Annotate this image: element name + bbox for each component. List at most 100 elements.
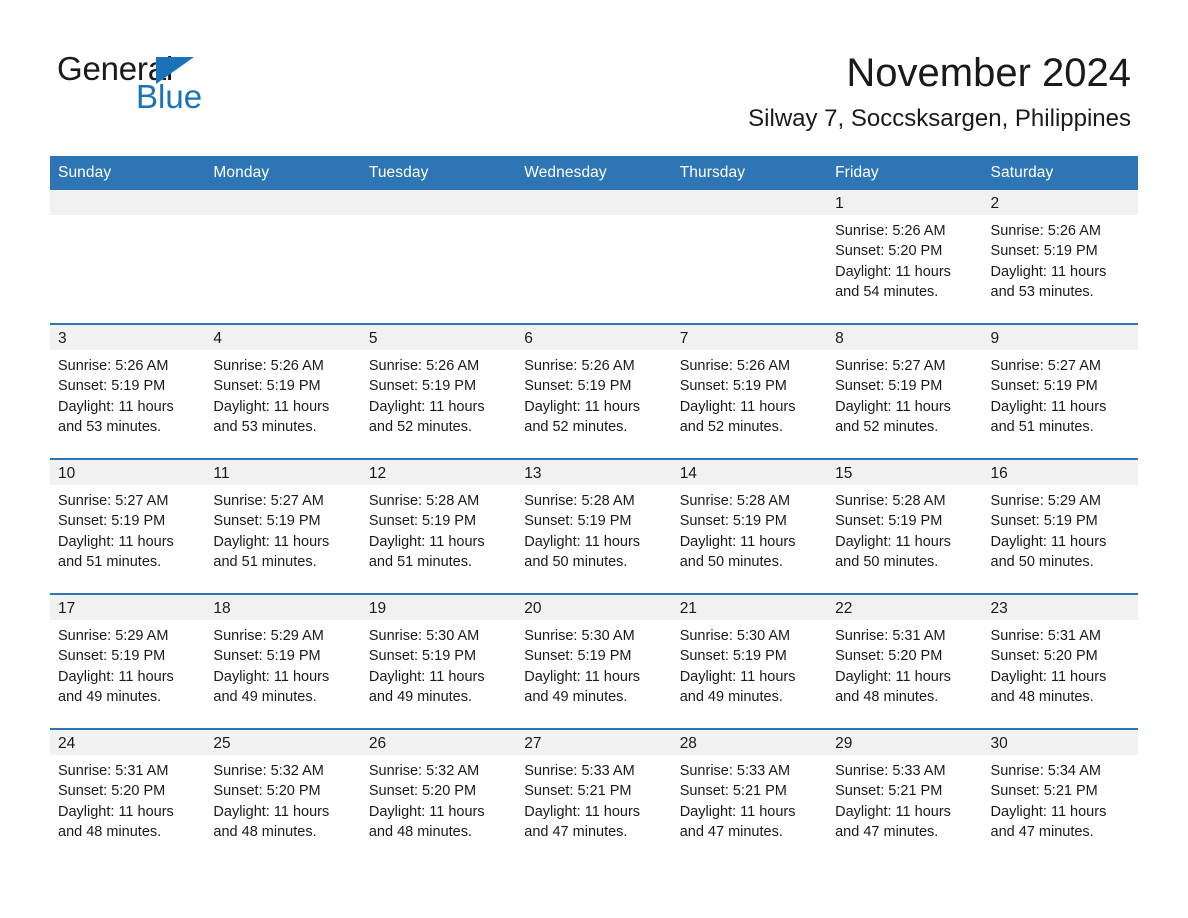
daylight-text: Daylight: 11 hours	[990, 803, 1107, 820]
sunrise-text: Sunrise: 5:31 AM	[835, 628, 946, 644]
calendar-day-cell[interactable]: 11 Sunrise: 5:27 AM Sunset: 5:19 PM Dayligh…	[205, 458, 361, 594]
calendar-day-cell[interactable]: 2 Sunrise: 5:26 AM Sunset: 5:19 PM Daylight…	[982, 190, 1138, 324]
day-number: 27	[516, 730, 672, 755]
day-number: 2	[982, 190, 1138, 215]
daylight-text: and 51 minutes.	[368, 553, 473, 570]
calendar-day-cell[interactable]: 4 Sunrise: 5:26 AM Sunset: 5:19 PM Daylight…	[205, 323, 361, 459]
calendar-cell-empty	[516, 190, 672, 324]
day-details: Sunrise: 5:30 AM Sunset: 5:19 PM Daylight:…	[516, 620, 671, 707]
calendar-day-cell[interactable]: 19 Sunrise: 5:30 AM Sunset: 5:19 PM Dayligh…	[360, 593, 517, 729]
sunset-text: Sunset: 5:19 PM	[679, 513, 787, 530]
calendar-day-cell[interactable]: 21 Sunrise: 5:30 AM Sunset: 5:19 PM Dayligh…	[671, 593, 828, 729]
calendar-page: General Blue November 2024 Silway 7, Soc…	[0, 0, 1188, 918]
calendar-day-cell[interactable]: 10 Sunrise: 5:27 AM Sunset: 5:19 PM Dayligh…	[50, 458, 206, 594]
sunset-text: Sunset: 5:21 PM	[835, 783, 943, 800]
daylight-text: and 50 minutes.	[524, 553, 628, 570]
daylight-text: and 47 minutes.	[835, 823, 939, 840]
weekday-header-tuesday: Tuesday	[360, 156, 517, 190]
sunset-text: Sunset: 5:20 PM	[990, 648, 1098, 665]
sunrise-text: Sunrise: 5:30 AM	[679, 628, 791, 644]
calendar-day-cell[interactable]: 5 Sunrise: 5:26 AM Sunset: 5:19 PM Daylight…	[360, 323, 517, 459]
daylight-text: Daylight: 11 hours	[990, 668, 1107, 685]
sunset-text: Sunset: 5:19 PM	[213, 378, 321, 395]
sunset-text: Sunset: 5:21 PM	[524, 783, 632, 800]
sunset-text: Sunset: 5:20 PM	[368, 783, 477, 800]
calendar-day-cell[interactable]: 23 Sunrise: 5:31 AM Sunset: 5:20 PM Dayligh…	[982, 593, 1138, 729]
day-number: 25	[205, 730, 361, 755]
day-number: 4	[205, 325, 361, 350]
daylight-text: Daylight: 11 hours	[213, 398, 330, 415]
calendar-day-cell[interactable]: 17 Sunrise: 5:29 AM Sunset: 5:19 PM Dayligh…	[50, 593, 206, 729]
calendar-day-cell[interactable]: 12 Sunrise: 5:28 AM Sunset: 5:19 PM Dayligh…	[360, 458, 517, 594]
daylight-text: and 49 minutes.	[213, 688, 317, 705]
calendar-day-cell[interactable]: 30 Sunrise: 5:34 AM Sunset: 5:21 PM Dayligh…	[982, 728, 1138, 863]
calendar-day-cell[interactable]: 8 Sunrise: 5:27 AM Sunset: 5:19 PM Daylight…	[827, 323, 983, 459]
page-header: General Blue November 2024 Silway 7, Soc…	[0, 0, 1188, 132]
sunrise-text: Sunrise: 5:26 AM	[213, 358, 324, 374]
day-number: 26	[360, 730, 517, 755]
sunrise-text: Sunrise: 5:27 AM	[58, 493, 169, 509]
calendar-week-row: 17 Sunrise: 5:29 AM Sunset: 5:19 PM Dayligh…	[50, 593, 1138, 729]
day-number	[50, 190, 206, 215]
calendar-grid: Sunday Monday Tuesday Wednesday Thursday Frid…	[50, 156, 1138, 863]
calendar-day-cell[interactable]: 20 Sunrise: 5:30 AM Sunset: 5:19 PM Dayligh…	[516, 593, 672, 729]
day-details	[516, 215, 671, 221]
day-number: 5	[360, 325, 517, 350]
sunset-text: Sunset: 5:19 PM	[524, 648, 632, 665]
calendar-day-cell[interactable]: 14 Sunrise: 5:28 AM Sunset: 5:19 PM Dayligh…	[671, 458, 828, 594]
sunrise-text: Sunrise: 5:26 AM	[679, 358, 791, 374]
daylight-text: and 49 minutes.	[58, 688, 162, 705]
sunset-text: Sunset: 5:19 PM	[835, 378, 943, 395]
day-details: Sunrise: 5:30 AM Sunset: 5:19 PM Daylight:…	[361, 620, 516, 707]
day-number: 24	[50, 730, 206, 755]
day-number: 9	[982, 325, 1138, 350]
calendar-day-cell[interactable]: 29 Sunrise: 5:33 AM Sunset: 5:21 PM Dayligh…	[827, 728, 983, 863]
calendar-day-cell[interactable]: 1 Sunrise: 5:26 AM Sunset: 5:20 PM Daylight…	[827, 190, 983, 324]
sunrise-text: Sunrise: 5:26 AM	[835, 223, 946, 239]
sunset-text: Sunset: 5:19 PM	[990, 378, 1098, 395]
calendar-day-cell[interactable]: 24 Sunrise: 5:31 AM Sunset: 5:20 PM Dayligh…	[50, 728, 206, 863]
daylight-text: and 51 minutes.	[990, 418, 1094, 435]
daylight-text: and 50 minutes.	[679, 553, 783, 570]
day-details: Sunrise: 5:26 AM Sunset: 5:19 PM Daylight:…	[50, 350, 205, 437]
calendar-day-cell[interactable]: 16 Sunrise: 5:29 AM Sunset: 5:19 PM Dayligh…	[982, 458, 1138, 594]
general-blue-logo[interactable]: General Blue	[57, 52, 357, 122]
day-number: 16	[982, 460, 1138, 485]
calendar-day-cell[interactable]: 18 Sunrise: 5:29 AM Sunset: 5:19 PM Dayligh…	[205, 593, 361, 729]
weekday-header-thursday: Thursday	[671, 156, 828, 190]
calendar-day-cell[interactable]: 25 Sunrise: 5:32 AM Sunset: 5:20 PM Dayligh…	[205, 728, 361, 863]
calendar-week-row: 3 Sunrise: 5:26 AM Sunset: 5:19 PM Daylight…	[50, 323, 1138, 459]
day-number: 28	[671, 730, 828, 755]
daylight-text: Daylight: 11 hours	[835, 263, 951, 280]
daylight-text: Daylight: 11 hours	[524, 668, 641, 685]
calendar-cell-empty	[205, 190, 361, 324]
title-block: November 2024 Silway 7, Soccsksargen, Ph…	[431, 50, 1131, 133]
calendar-day-cell[interactable]: 27 Sunrise: 5:33 AM Sunset: 5:21 PM Dayligh…	[516, 728, 672, 863]
day-number: 13	[516, 460, 672, 485]
day-number: 21	[671, 595, 828, 620]
calendar-day-cell[interactable]: 28 Sunrise: 5:33 AM Sunset: 5:21 PM Dayligh…	[671, 728, 828, 863]
day-details: Sunrise: 5:30 AM Sunset: 5:19 PM Daylight:…	[672, 620, 827, 707]
daylight-text: Daylight: 11 hours	[835, 668, 951, 685]
calendar-week-row: 1 Sunrise: 5:26 AM Sunset: 5:20 PM Daylight…	[50, 190, 1138, 324]
calendar-week-row: 10 Sunrise: 5:27 AM Sunset: 5:19 PM Dayligh…	[50, 458, 1138, 594]
calendar-day-cell[interactable]: 22 Sunrise: 5:31 AM Sunset: 5:20 PM Dayligh…	[827, 593, 983, 729]
sunrise-text: Sunrise: 5:31 AM	[990, 628, 1101, 644]
calendar-day-cell[interactable]: 15 Sunrise: 5:28 AM Sunset: 5:19 PM Dayligh…	[827, 458, 983, 594]
calendar-day-cell[interactable]: 13 Sunrise: 5:28 AM Sunset: 5:19 PM Dayligh…	[516, 458, 672, 594]
daylight-text: Daylight: 11 hours	[368, 668, 485, 685]
daylight-text: and 52 minutes.	[679, 418, 783, 435]
sunrise-text: Sunrise: 5:27 AM	[835, 358, 946, 374]
day-number: 17	[50, 595, 206, 620]
calendar-cell-empty	[50, 190, 206, 324]
calendar-day-cell[interactable]: 7 Sunrise: 5:26 AM Sunset: 5:19 PM Daylight…	[671, 323, 828, 459]
calendar-day-cell[interactable]: 6 Sunrise: 5:26 AM Sunset: 5:19 PM Daylight…	[516, 323, 672, 459]
location-subtitle: Silway 7, Soccsksargen, Philippines	[748, 105, 1131, 132]
day-number	[205, 190, 361, 215]
sunset-text: Sunset: 5:19 PM	[213, 648, 321, 665]
calendar-day-cell[interactable]: 9 Sunrise: 5:27 AM Sunset: 5:19 PM Daylight…	[982, 323, 1138, 459]
weekday-header: Sunday Monday Tuesday Wednesday Thursday Frid…	[50, 156, 1138, 190]
calendar-day-cell[interactable]: 26 Sunrise: 5:32 AM Sunset: 5:20 PM Dayligh…	[360, 728, 517, 863]
calendar-day-cell[interactable]: 3 Sunrise: 5:26 AM Sunset: 5:19 PM Daylight…	[50, 323, 206, 459]
daylight-text: and 54 minutes.	[835, 283, 939, 300]
